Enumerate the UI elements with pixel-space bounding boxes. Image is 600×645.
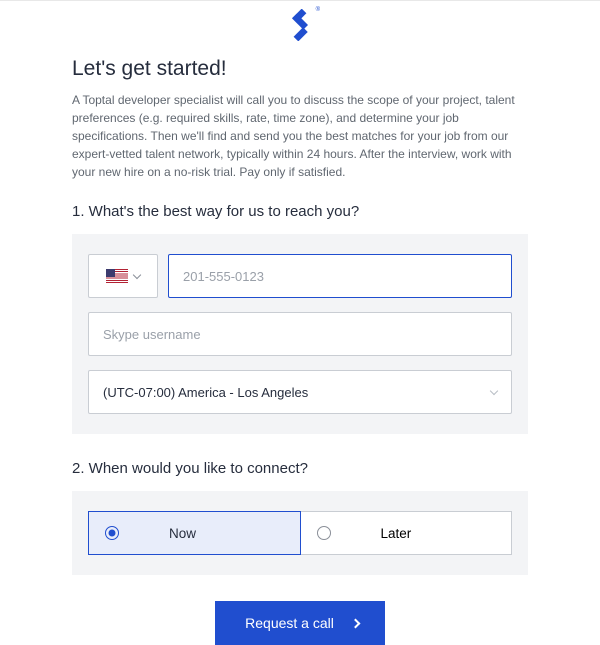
chevron-down-icon xyxy=(133,270,141,278)
phone-input[interactable] xyxy=(168,254,512,298)
radio-selected-icon xyxy=(105,526,119,540)
page-title: Let's get started! xyxy=(72,57,528,81)
radio-unselected-icon xyxy=(317,526,331,540)
request-call-button[interactable]: Request a call xyxy=(215,601,385,645)
schedule-option-label: Later xyxy=(381,526,496,541)
schedule-option-label: Now xyxy=(169,526,284,541)
chevron-right-icon xyxy=(350,618,360,628)
timezone-selected-value: (UTC-07:00) America - Los Angeles xyxy=(103,385,308,400)
flag-us-icon xyxy=(106,269,128,283)
section-schedule-label: 2. When would you like to connect? xyxy=(72,460,528,477)
skype-input[interactable] xyxy=(88,312,512,356)
country-code-select[interactable] xyxy=(88,254,158,298)
page-description: A Toptal developer specialist will call … xyxy=(72,91,528,181)
brand-logo-icon: ® xyxy=(286,9,314,41)
timezone-select[interactable]: (UTC-07:00) America - Los Angeles xyxy=(88,370,512,414)
chevron-down-icon xyxy=(490,386,498,394)
schedule-option-later[interactable]: Later xyxy=(300,511,513,555)
header: ® xyxy=(0,1,600,47)
schedule-option-now[interactable]: Now xyxy=(88,511,301,555)
contact-panel: (UTC-07:00) America - Los Angeles xyxy=(72,234,528,434)
registered-mark: ® xyxy=(316,7,320,13)
schedule-panel: Now Later xyxy=(72,491,528,575)
section-contact-label: 1. What's the best way for us to reach y… xyxy=(72,203,528,220)
form-container: Let's get started! A Toptal developer sp… xyxy=(0,47,600,645)
cta-label: Request a call xyxy=(245,615,334,631)
